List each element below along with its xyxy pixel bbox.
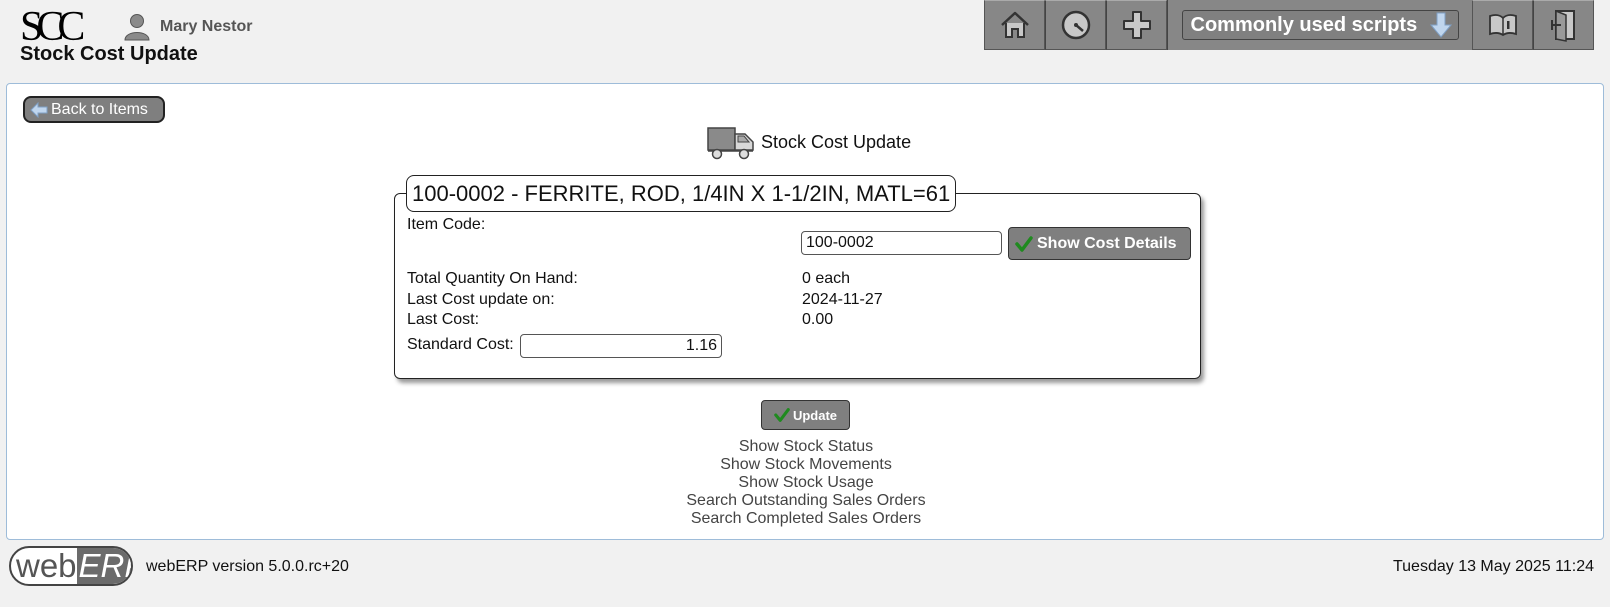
page-title: Stock Cost Update — [20, 43, 198, 65]
scripts-label: Commonly used scripts — [1190, 13, 1418, 36]
home-button[interactable] — [984, 0, 1045, 50]
show-stock-status-link[interactable]: Show Stock Status — [7, 438, 1605, 456]
weberp-logo: web ERP — [9, 546, 133, 586]
user-area[interactable]: Mary Nestor — [122, 12, 252, 42]
item-legend: 100-0002 - FERRITE, ROD, 1/4IN X 1-1/2IN… — [406, 175, 957, 212]
datetime-text: Tuesday 13 May 2025 11:24 — [1392, 558, 1594, 575]
qty-on-hand-value: 0 each — [802, 270, 851, 287]
manual-icon — [1488, 14, 1517, 37]
logo-erp-text: ERP — [76, 548, 131, 584]
item-code-input[interactable] — [801, 231, 1002, 255]
cost-fieldset: 100-0002 - FERRITE, ROD, 1/4IN X 1-1/2IN… — [394, 175, 1201, 379]
home-icon — [1000, 11, 1029, 38]
toolbar: Commonly used scripts — [984, 0, 1594, 50]
item-code-label: Item Code: — [407, 216, 486, 233]
back-to-items-label: Back to Items — [51, 100, 148, 118]
arrow-left-icon — [30, 101, 48, 118]
main-panel: Back to Items Stock Cost Update 100-0002… — [6, 83, 1604, 540]
arrow-down-icon — [1429, 12, 1452, 38]
user-icon — [124, 14, 150, 41]
checkmark-icon — [774, 408, 790, 422]
related-links: Show Stock Status Show Stock Movements S… — [7, 438, 1605, 528]
last-cost-label: Last Cost: — [407, 311, 480, 328]
logout-icon — [1550, 9, 1575, 42]
last-update-label: Last Cost update on: — [407, 291, 555, 308]
last-update-value: 2024-11-27 — [802, 291, 883, 308]
company-logo: SCC — [20, 4, 85, 50]
version-text: webERP version 5.0.0.rc+20 — [146, 558, 349, 575]
checkmark-icon — [1015, 235, 1033, 252]
search-completed-sales-orders-link[interactable]: Search Completed Sales Orders — [7, 510, 1605, 528]
standard-cost-label: Standard Cost: — [407, 336, 514, 353]
new-item-button[interactable] — [1106, 0, 1167, 50]
logo-web-text: web — [16, 547, 77, 584]
dashboard-icon — [1061, 10, 1090, 40]
section-heading-text: Stock Cost Update — [761, 131, 912, 152]
dashboard-button[interactable] — [1045, 0, 1106, 50]
plus-icon — [1122, 11, 1151, 39]
section-heading: Stock Cost Update — [707, 124, 911, 160]
user-name[interactable]: Mary Nestor — [160, 18, 252, 36]
commonly-used-scripts-dropdown[interactable]: Commonly used scripts — [1181, 10, 1459, 40]
back-to-items-button[interactable]: Back to Items — [23, 96, 165, 123]
update-button[interactable]: Update — [761, 400, 850, 430]
header: SCC Mary Nestor Stock Cost Update Common… — [0, 0, 1610, 80]
update-label: Update — [792, 407, 838, 423]
show-stock-movements-link[interactable]: Show Stock Movements — [7, 456, 1605, 474]
show-stock-usage-link[interactable]: Show Stock Usage — [7, 474, 1605, 492]
show-cost-details-button[interactable]: Show Cost Details — [1008, 227, 1191, 260]
standard-cost-input[interactable] — [520, 334, 722, 358]
manual-button[interactable] — [1472, 0, 1533, 50]
truck-icon — [707, 127, 754, 160]
search-outstanding-sales-orders-link[interactable]: Search Outstanding Sales Orders — [7, 492, 1605, 510]
last-cost-value: 0.00 — [802, 311, 834, 328]
show-cost-details-label: Show Cost Details — [1037, 234, 1177, 252]
qty-on-hand-label: Total Quantity On Hand: — [407, 270, 578, 287]
logout-button[interactable] — [1533, 0, 1594, 50]
scripts-container: Commonly used scripts — [1167, 0, 1472, 50]
